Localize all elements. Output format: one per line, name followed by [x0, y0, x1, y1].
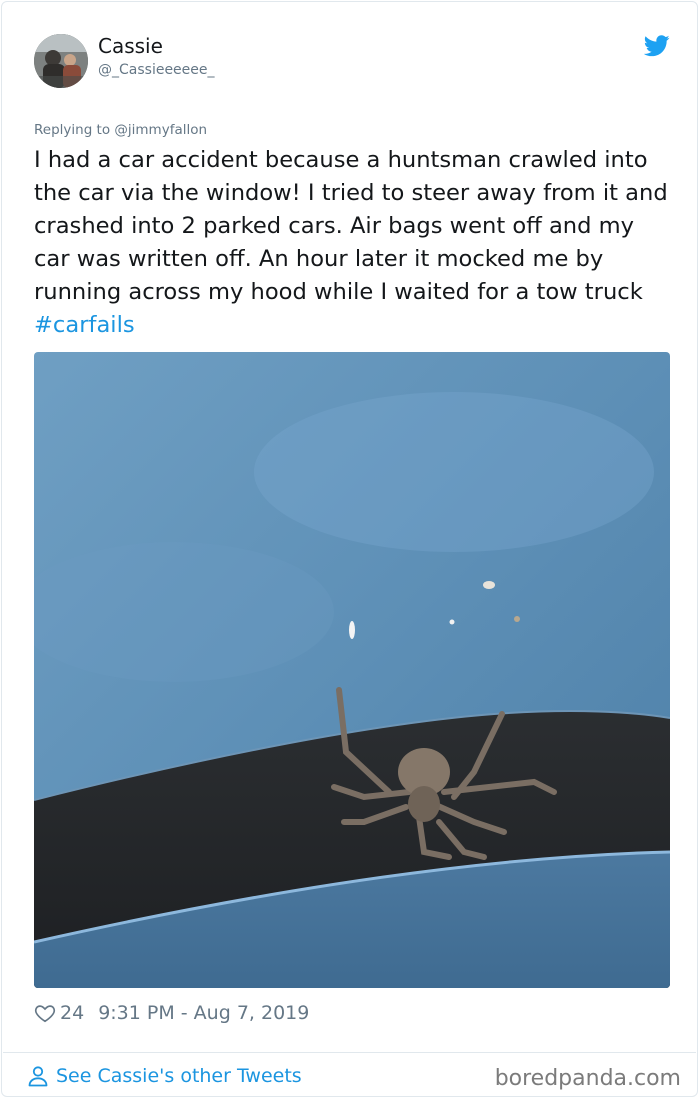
- tweet-text: I had a car accident because a huntsman …: [34, 144, 670, 342]
- see-other-tweets-link[interactable]: See Cassie's other Tweets: [26, 1064, 302, 1088]
- twitter-bird-icon[interactable]: [644, 35, 670, 57]
- author-handle[interactable]: @_Cassieeeeee_: [98, 62, 215, 78]
- author-display-name[interactable]: Cassie: [98, 34, 163, 58]
- see-other-tweets-label: See Cassie's other Tweets: [56, 1065, 302, 1087]
- like-count[interactable]: 24: [60, 1002, 84, 1024]
- tweet-meta: 24 9:31 PM - Aug 7, 2019: [34, 1000, 309, 1026]
- tweet-photo[interactable]: [34, 352, 670, 988]
- heart-outline-icon[interactable]: [34, 1002, 56, 1024]
- divider: [3, 1052, 696, 1053]
- hashtag-link[interactable]: #carfails: [34, 312, 135, 338]
- person-outline-icon: [28, 1066, 48, 1087]
- tweet-timestamp[interactable]: 9:31 PM - Aug 7, 2019: [98, 1002, 309, 1024]
- avatar[interactable]: [34, 34, 88, 88]
- reply-context[interactable]: Replying to @jimmyfallon: [34, 122, 207, 138]
- watermark-logo: boredpanda.com: [494, 1066, 681, 1091]
- tweet-card: Cassie @_Cassieeeeee_ Replying to @jimmy…: [1, 1, 698, 1097]
- tweet-body: I had a car accident because a huntsman …: [34, 147, 668, 305]
